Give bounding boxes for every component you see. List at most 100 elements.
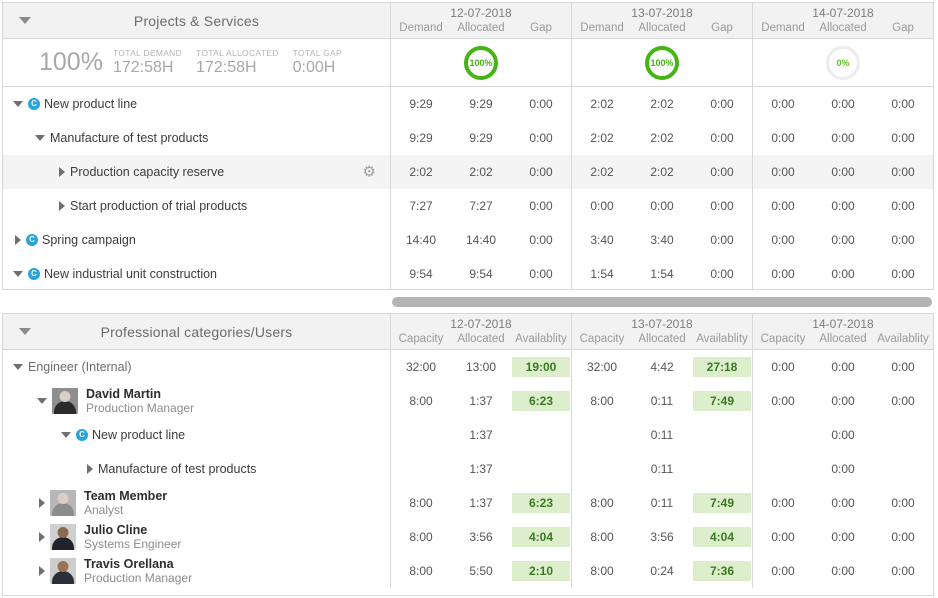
data-cell[interactable]: 0:00: [692, 121, 752, 155]
chevron-right-icon[interactable]: [87, 464, 93, 474]
data-cell[interactable]: [391, 418, 451, 452]
data-cell[interactable]: 0:00: [692, 223, 752, 257]
data-cell[interactable]: 0:00: [813, 223, 873, 257]
data-cell[interactable]: 0:00: [813, 452, 873, 486]
data-cell[interactable]: 0:00: [692, 87, 752, 121]
data-cell[interactable]: 0:00: [813, 121, 873, 155]
tree-node[interactable]: Travis OrellanaProduction Manager: [3, 557, 192, 585]
row-label-cell[interactable]: Start production of trial products: [3, 189, 391, 223]
data-cell[interactable]: 0:00: [813, 418, 873, 452]
data-cell[interactable]: 0:00: [511, 257, 571, 290]
horizontal-scrollbar[interactable]: [390, 295, 934, 309]
chevron-down-icon[interactable]: [13, 101, 23, 107]
users-column-header[interactable]: Allocated: [632, 331, 692, 349]
table-row[interactable]: Julio ClineSystems Engineer8:003:564:048…: [3, 520, 933, 554]
table-row[interactable]: CNew product line1:370:110:00: [3, 418, 933, 452]
data-cell[interactable]: [692, 418, 752, 452]
data-cell[interactable]: 0:00: [753, 155, 813, 189]
data-cell[interactable]: 2:02: [572, 121, 632, 155]
data-cell[interactable]: 0:00: [692, 189, 752, 223]
data-cell[interactable]: 0:00: [813, 87, 873, 121]
data-cell[interactable]: 0:00: [753, 520, 813, 554]
data-cell[interactable]: 0:00: [692, 155, 752, 189]
users-column-header[interactable]: Capacity: [572, 331, 632, 349]
chevron-right-icon[interactable]: [39, 532, 45, 542]
data-cell[interactable]: 0:11: [632, 418, 692, 452]
row-label-cell[interactable]: Julio ClineSystems Engineer: [3, 520, 391, 554]
data-cell[interactable]: [753, 452, 813, 486]
data-cell[interactable]: 3:40: [632, 223, 692, 257]
data-cell[interactable]: [511, 452, 571, 486]
data-cell[interactable]: 8:00: [572, 520, 632, 554]
data-cell[interactable]: 0:00: [753, 384, 813, 418]
table-row[interactable]: CSpring campaign14:4014:400:003:403:400:…: [3, 223, 933, 257]
data-cell[interactable]: 0:00: [873, 520, 933, 554]
data-cell[interactable]: 1:37: [451, 384, 511, 418]
projects-column-header[interactable]: Gap: [511, 20, 571, 38]
row-label-cell[interactable]: CNew product line: [3, 418, 391, 452]
data-cell[interactable]: 0:00: [572, 189, 632, 223]
data-cell[interactable]: 27:18: [692, 350, 752, 384]
data-cell[interactable]: 0:00: [692, 257, 752, 290]
data-cell[interactable]: [873, 418, 933, 452]
data-cell[interactable]: 4:42: [632, 350, 692, 384]
data-cell[interactable]: 13:00: [451, 350, 511, 384]
data-cell[interactable]: 9:29: [451, 87, 511, 121]
data-cell[interactable]: 0:00: [753, 121, 813, 155]
tree-node[interactable]: Julio ClineSystems Engineer: [3, 523, 181, 551]
projects-column-header[interactable]: Demand: [753, 20, 813, 38]
row-label-cell[interactable]: Travis OrellanaProduction Manager: [3, 554, 391, 588]
row-label-cell[interactable]: CSpring campaign: [3, 223, 391, 257]
row-label-cell[interactable]: Manufacture of test products: [3, 121, 391, 155]
data-cell[interactable]: 7:27: [451, 189, 511, 223]
data-cell[interactable]: 0:00: [873, 486, 933, 520]
row-label-cell[interactable]: Team MemberAnalyst: [3, 486, 391, 520]
chevron-right-icon[interactable]: [59, 167, 65, 177]
chevron-down-icon[interactable]: [13, 364, 23, 370]
table-row[interactable]: Manufacture of test products 9:299:29 0:00…: [3, 121, 933, 155]
chevron-right-icon[interactable]: [39, 498, 45, 508]
data-cell[interactable]: 2:02: [572, 155, 632, 189]
chevron-down-icon[interactable]: [37, 398, 47, 404]
data-cell[interactable]: 0:00: [753, 189, 813, 223]
tree-node[interactable]: Manufacture of test products: [3, 131, 208, 145]
projects-column-header[interactable]: Demand: [391, 20, 451, 38]
data-cell[interactable]: 9:29: [451, 121, 511, 155]
data-cell[interactable]: 14:40: [451, 223, 511, 257]
data-cell[interactable]: [873, 452, 933, 486]
data-cell[interactable]: 8:00: [572, 384, 632, 418]
data-cell[interactable]: 8:00: [572, 486, 632, 520]
data-cell[interactable]: 0:00: [873, 87, 933, 121]
data-cell[interactable]: 0:11: [632, 384, 692, 418]
tree-node[interactable]: CSpring campaign: [3, 233, 136, 247]
data-cell[interactable]: 0:00: [813, 384, 873, 418]
tree-node[interactable]: CNew product line: [3, 428, 185, 442]
data-cell[interactable]: 8:00: [572, 554, 632, 588]
table-row[interactable]: Engineer (Internal)32:0013:0019:0032:004…: [3, 350, 933, 384]
data-cell[interactable]: 9:54: [391, 257, 451, 290]
row-label-cell[interactable]: David MartinProduction Manager: [3, 384, 391, 418]
data-cell[interactable]: 0:00: [873, 384, 933, 418]
table-row[interactable]: Travis OrellanaProduction Manager8:005:5…: [3, 554, 933, 588]
data-cell[interactable]: 9:29: [391, 121, 451, 155]
data-cell[interactable]: 0:00: [753, 486, 813, 520]
tree-node[interactable]: David MartinProduction Manager: [3, 387, 194, 415]
table-row[interactable]: Production capacity reserve⚙2:022:020:00…: [3, 155, 933, 189]
tree-node[interactable]: Manufacture of test products: [3, 462, 256, 476]
users-column-header[interactable]: Availablity: [511, 331, 571, 349]
data-cell[interactable]: 0:00: [632, 189, 692, 223]
gear-icon[interactable]: ⚙: [363, 165, 376, 180]
data-cell[interactable]: 0:00: [511, 155, 571, 189]
data-cell[interactable]: 0:00: [813, 520, 873, 554]
users-column-header[interactable]: Capacity: [391, 331, 451, 349]
data-cell[interactable]: 0:00: [873, 121, 933, 155]
data-cell[interactable]: [692, 452, 752, 486]
data-cell[interactable]: [391, 452, 451, 486]
data-cell[interactable]: [753, 418, 813, 452]
data-cell[interactable]: 8:00: [391, 384, 451, 418]
data-cell[interactable]: 7:49: [692, 384, 752, 418]
data-cell[interactable]: 0:11: [632, 486, 692, 520]
data-cell[interactable]: 32:00: [391, 350, 451, 384]
data-cell[interactable]: 0:00: [873, 554, 933, 588]
projects-column-header[interactable]: Allocated: [451, 20, 511, 38]
